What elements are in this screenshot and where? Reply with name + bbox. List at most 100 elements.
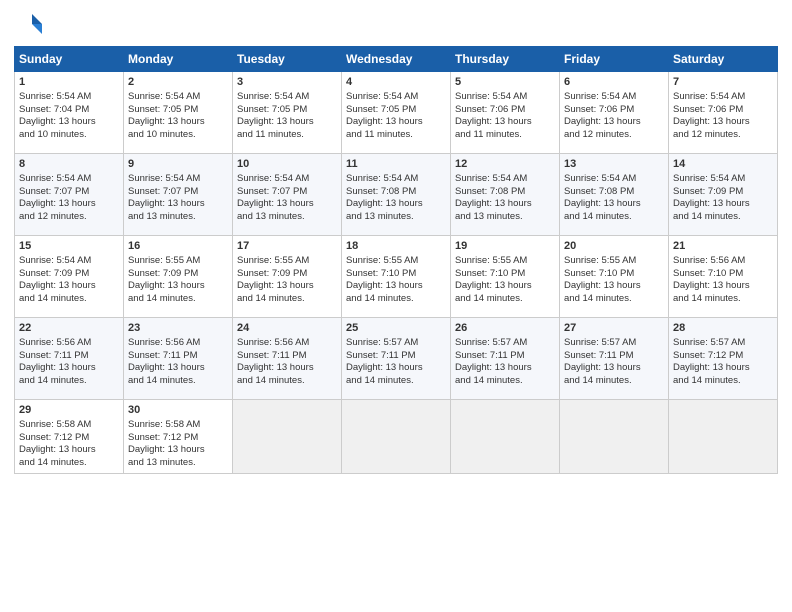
cell-info: Sunset: 7:12 PM: [673, 350, 773, 363]
calendar-cell: 28Sunrise: 5:57 AMSunset: 7:12 PMDayligh…: [669, 318, 778, 400]
calendar-cell: 8Sunrise: 5:54 AMSunset: 7:07 PMDaylight…: [15, 154, 124, 236]
cell-info: Sunset: 7:09 PM: [237, 268, 337, 281]
cell-info: Sunset: 7:08 PM: [455, 186, 555, 199]
day-number: 19: [455, 239, 555, 254]
cell-info: Sunset: 7:08 PM: [564, 186, 664, 199]
calendar-cell: [342, 400, 451, 474]
cell-info: Daylight: 13 hours: [19, 362, 119, 375]
cell-info: Daylight: 13 hours: [564, 362, 664, 375]
cell-info: Sunset: 7:11 PM: [564, 350, 664, 363]
cell-info: Sunrise: 5:57 AM: [455, 337, 555, 350]
cell-info: and 14 minutes.: [346, 293, 446, 306]
day-number: 4: [346, 75, 446, 90]
cell-info: Sunrise: 5:54 AM: [346, 91, 446, 104]
calendar-cell: 10Sunrise: 5:54 AMSunset: 7:07 PMDayligh…: [233, 154, 342, 236]
calendar-header-row: SundayMondayTuesdayWednesdayThursdayFrid…: [15, 47, 778, 72]
cell-info: and 10 minutes.: [128, 129, 228, 142]
logo: [14, 10, 46, 38]
cell-info: Sunrise: 5:54 AM: [237, 91, 337, 104]
week-row-3: 15Sunrise: 5:54 AMSunset: 7:09 PMDayligh…: [15, 236, 778, 318]
cell-info: Daylight: 13 hours: [673, 362, 773, 375]
cell-info: and 13 minutes.: [128, 211, 228, 224]
cell-info: and 13 minutes.: [455, 211, 555, 224]
cell-info: Sunset: 7:10 PM: [673, 268, 773, 281]
calendar-cell: 20Sunrise: 5:55 AMSunset: 7:10 PMDayligh…: [560, 236, 669, 318]
calendar-cell: 2Sunrise: 5:54 AMSunset: 7:05 PMDaylight…: [124, 72, 233, 154]
header-thursday: Thursday: [451, 47, 560, 72]
cell-info: and 12 minutes.: [673, 129, 773, 142]
calendar-cell: 5Sunrise: 5:54 AMSunset: 7:06 PMDaylight…: [451, 72, 560, 154]
cell-info: Sunset: 7:05 PM: [128, 104, 228, 117]
cell-info: Sunset: 7:11 PM: [455, 350, 555, 363]
cell-info: Daylight: 13 hours: [346, 116, 446, 129]
cell-info: Daylight: 13 hours: [455, 116, 555, 129]
day-number: 30: [128, 403, 228, 418]
cell-info: Daylight: 13 hours: [455, 362, 555, 375]
calendar-cell: 14Sunrise: 5:54 AMSunset: 7:09 PMDayligh…: [669, 154, 778, 236]
cell-info: Daylight: 13 hours: [455, 198, 555, 211]
day-number: 21: [673, 239, 773, 254]
cell-info: Daylight: 13 hours: [19, 116, 119, 129]
cell-info: and 14 minutes.: [128, 375, 228, 388]
day-number: 23: [128, 321, 228, 336]
cell-info: and 14 minutes.: [564, 293, 664, 306]
cell-info: Sunrise: 5:56 AM: [128, 337, 228, 350]
calendar-cell: 3Sunrise: 5:54 AMSunset: 7:05 PMDaylight…: [233, 72, 342, 154]
cell-info: Sunset: 7:06 PM: [455, 104, 555, 117]
cell-info: Sunset: 7:07 PM: [19, 186, 119, 199]
day-number: 22: [19, 321, 119, 336]
calendar-cell: 30Sunrise: 5:58 AMSunset: 7:12 PMDayligh…: [124, 400, 233, 474]
day-number: 25: [346, 321, 446, 336]
cell-info: Sunset: 7:10 PM: [346, 268, 446, 281]
day-number: 3: [237, 75, 337, 90]
cell-info: Daylight: 13 hours: [237, 280, 337, 293]
day-number: 12: [455, 157, 555, 172]
header-tuesday: Tuesday: [233, 47, 342, 72]
day-number: 5: [455, 75, 555, 90]
day-number: 27: [564, 321, 664, 336]
cell-info: and 14 minutes.: [673, 375, 773, 388]
cell-info: Sunrise: 5:54 AM: [128, 173, 228, 186]
cell-info: Daylight: 13 hours: [346, 362, 446, 375]
cell-info: and 12 minutes.: [564, 129, 664, 142]
cell-info: Sunrise: 5:57 AM: [564, 337, 664, 350]
cell-info: Sunrise: 5:56 AM: [237, 337, 337, 350]
cell-info: and 13 minutes.: [346, 211, 446, 224]
cell-info: Sunrise: 5:54 AM: [19, 255, 119, 268]
cell-info: Sunset: 7:10 PM: [455, 268, 555, 281]
day-number: 24: [237, 321, 337, 336]
cell-info: Daylight: 13 hours: [128, 116, 228, 129]
cell-info: and 14 minutes.: [128, 293, 228, 306]
logo-icon: [14, 10, 42, 38]
cell-info: Daylight: 13 hours: [128, 280, 228, 293]
cell-info: and 12 minutes.: [19, 211, 119, 224]
day-number: 2: [128, 75, 228, 90]
cell-info: and 14 minutes.: [19, 375, 119, 388]
cell-info: Daylight: 13 hours: [673, 280, 773, 293]
cell-info: Sunrise: 5:57 AM: [673, 337, 773, 350]
cell-info: Sunrise: 5:54 AM: [19, 173, 119, 186]
cell-info: and 14 minutes.: [237, 293, 337, 306]
cell-info: Sunrise: 5:56 AM: [19, 337, 119, 350]
cell-info: Daylight: 13 hours: [564, 116, 664, 129]
calendar-cell: 1Sunrise: 5:54 AMSunset: 7:04 PMDaylight…: [15, 72, 124, 154]
week-row-4: 22Sunrise: 5:56 AMSunset: 7:11 PMDayligh…: [15, 318, 778, 400]
cell-info: Sunrise: 5:55 AM: [237, 255, 337, 268]
cell-info: Sunset: 7:11 PM: [346, 350, 446, 363]
cell-info: Daylight: 13 hours: [346, 280, 446, 293]
cell-info: Sunrise: 5:55 AM: [346, 255, 446, 268]
cell-info: and 14 minutes.: [564, 211, 664, 224]
cell-info: Sunrise: 5:54 AM: [564, 173, 664, 186]
calendar-cell: 17Sunrise: 5:55 AMSunset: 7:09 PMDayligh…: [233, 236, 342, 318]
calendar-cell: [233, 400, 342, 474]
day-number: 16: [128, 239, 228, 254]
cell-info: Sunset: 7:11 PM: [128, 350, 228, 363]
calendar-cell: 15Sunrise: 5:54 AMSunset: 7:09 PMDayligh…: [15, 236, 124, 318]
cell-info: and 11 minutes.: [346, 129, 446, 142]
cell-info: Sunset: 7:06 PM: [673, 104, 773, 117]
cell-info: and 14 minutes.: [673, 211, 773, 224]
header: [14, 10, 778, 38]
calendar-cell: 7Sunrise: 5:54 AMSunset: 7:06 PMDaylight…: [669, 72, 778, 154]
calendar-cell: 24Sunrise: 5:56 AMSunset: 7:11 PMDayligh…: [233, 318, 342, 400]
cell-info: Daylight: 13 hours: [346, 198, 446, 211]
